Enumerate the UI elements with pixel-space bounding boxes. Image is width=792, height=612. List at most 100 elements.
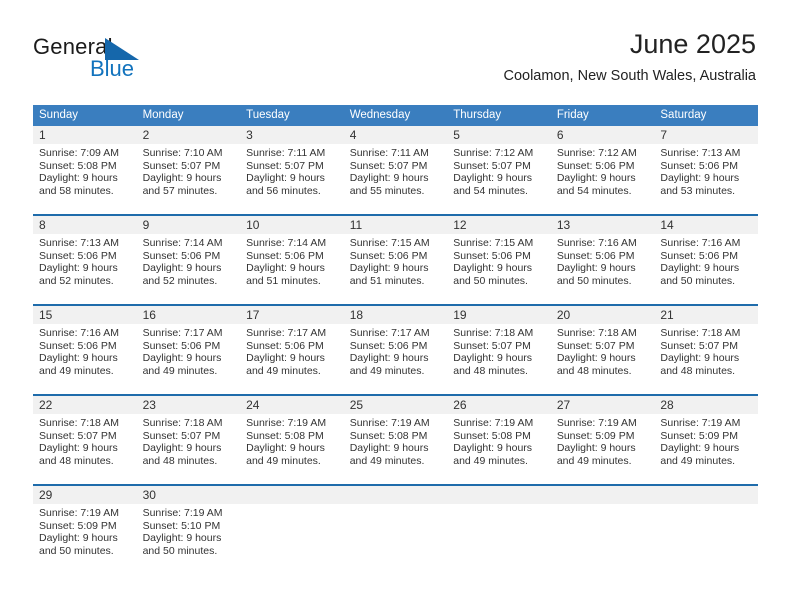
day-number[interactable]: 3 (240, 126, 344, 144)
day-daylight-text: Daylight: 9 hours (453, 172, 533, 185)
general-blue-logo[interactable]: General Blue (33, 34, 183, 84)
day-number[interactable]: 5 (447, 126, 551, 144)
day-daylight-text: and 50 minutes. (453, 274, 528, 287)
day-sunset-text: Sunset: 5:07 PM (453, 159, 531, 172)
day-sunset-text: Sunset: 5:06 PM (142, 249, 221, 262)
day-daylight-text: and 49 minutes. (556, 454, 632, 467)
day-daylight-text: Daylight: 9 hours (556, 352, 636, 365)
day-sunset-text: Sunset: 5:06 PM (453, 249, 531, 262)
day-sunset-text: Sunset: 5:07 PM (556, 339, 635, 352)
day-number-empty (447, 486, 551, 504)
day-number[interactable]: 25 (343, 396, 448, 414)
day-number[interactable]: 16 (136, 306, 241, 324)
day-number[interactable]: 26 (447, 396, 551, 414)
day-daylight-text: Daylight: 9 hours (142, 262, 222, 275)
day-number[interactable]: 27 (550, 396, 655, 414)
day-daylight-text: Daylight: 9 hours (39, 352, 118, 365)
day-daylight-text: and 56 minutes. (246, 184, 321, 197)
column-header-saturday: Saturday (654, 105, 758, 126)
day-sunrise-text: Sunrise: 7:18 AM (142, 417, 223, 429)
day-sunset-text: Sunset: 5:06 PM (142, 339, 221, 352)
day-daylight-text: and 54 minutes. (556, 184, 632, 197)
day-number[interactable]: 14 (654, 216, 758, 234)
day-sunset-text: Sunset: 5:06 PM (660, 159, 739, 172)
day-number[interactable]: 1 (33, 126, 137, 144)
day-number[interactable]: 8 (33, 216, 137, 234)
day-daylight-text: Daylight: 9 hours (453, 442, 533, 455)
day-sunset-text: Sunset: 5:07 PM (142, 429, 221, 442)
day-number-empty (240, 486, 344, 504)
day-number[interactable]: 30 (136, 486, 241, 504)
day-number[interactable]: 17 (240, 306, 344, 324)
day-daylight-text: Daylight: 9 hours (39, 442, 118, 455)
day-daylight-text: and 55 minutes. (349, 184, 425, 197)
day-number[interactable]: 19 (447, 306, 551, 324)
day-sunset-text: Sunset: 5:06 PM (349, 249, 428, 262)
day-number[interactable]: 7 (654, 126, 758, 144)
day-sunrise-text: Sunrise: 7:19 AM (453, 417, 534, 429)
day-daylight-text: and 49 minutes. (39, 364, 114, 377)
day-daylight-text: and 52 minutes. (142, 274, 218, 287)
day-cell: Sunrise: 7:19 AM Sunset: 5:08 PM Daylight:… (240, 414, 344, 484)
day-cell: Sunrise: 7:12 AM Sunset: 5:06 PM Daylight:… (550, 144, 655, 214)
day-daylight-text: Daylight: 9 hours (246, 352, 325, 365)
day-daylight-text: Daylight: 9 hours (246, 442, 325, 455)
day-cell: Sunrise: 7:15 AM Sunset: 5:06 PM Daylight:… (447, 234, 551, 304)
day-daylight-text: Daylight: 9 hours (39, 172, 118, 185)
day-number[interactable]: 18 (343, 306, 448, 324)
day-sunrise-text: Sunrise: 7:12 AM (556, 147, 637, 159)
day-sunset-text: Sunset: 5:07 PM (246, 159, 324, 172)
day-cell: Sunrise: 7:13 AM Sunset: 5:06 PM Daylight:… (33, 234, 137, 304)
day-sunrise-text: Sunrise: 7:18 AM (556, 327, 637, 339)
day-daylight-text: and 57 minutes. (142, 184, 218, 197)
calendar-header-row: Sunday Monday Tuesday Wednesday Thursday… (33, 105, 758, 126)
day-number[interactable]: 2 (136, 126, 241, 144)
column-header-sunday: Sunday (33, 105, 137, 126)
day-number[interactable]: 20 (550, 306, 655, 324)
day-daylight-text: and 49 minutes. (660, 454, 736, 467)
day-cell-empty (240, 504, 344, 574)
day-number-row: 15 16 17 18 19 20 21 (33, 306, 758, 324)
day-sunset-text: Sunset: 5:06 PM (349, 339, 428, 352)
day-cell: Sunrise: 7:19 AM Sunset: 5:09 PM Daylight:… (33, 504, 137, 574)
day-number[interactable]: 24 (240, 396, 344, 414)
day-daylight-text: and 48 minutes. (39, 454, 114, 467)
sunrise-sunset-calendar: Sunday Monday Tuesday Wednesday Thursday… (33, 105, 758, 574)
logo-text-blue: Blue (90, 56, 135, 81)
day-number[interactable]: 15 (33, 306, 137, 324)
day-number[interactable]: 9 (136, 216, 241, 234)
day-daylight-text: Daylight: 9 hours (556, 442, 636, 455)
day-sunrise-text: Sunrise: 7:19 AM (660, 417, 741, 429)
day-cell: Sunrise: 7:16 AM Sunset: 5:06 PM Daylight:… (33, 324, 137, 394)
day-number[interactable]: 29 (33, 486, 137, 504)
day-number[interactable]: 22 (33, 396, 137, 414)
day-daylight-text: and 48 minutes. (556, 364, 632, 377)
day-cell: Sunrise: 7:17 AM Sunset: 5:06 PM Daylight:… (240, 324, 344, 394)
day-number[interactable]: 28 (654, 396, 758, 414)
day-number[interactable]: 10 (240, 216, 344, 234)
day-number[interactable]: 23 (136, 396, 241, 414)
day-cell: Sunrise: 7:19 AM Sunset: 5:08 PM Daylight:… (447, 414, 551, 484)
day-daylight-text: and 54 minutes. (453, 184, 528, 197)
day-cell: Sunrise: 7:19 AM Sunset: 5:09 PM Daylight:… (654, 414, 758, 484)
column-header-friday: Friday (550, 105, 655, 126)
day-sunrise-text: Sunrise: 7:13 AM (660, 147, 741, 159)
day-cell: Sunrise: 7:19 AM Sunset: 5:09 PM Daylight:… (550, 414, 655, 484)
day-number-empty (343, 486, 448, 504)
day-number[interactable]: 21 (654, 306, 758, 324)
day-number[interactable]: 13 (550, 216, 655, 234)
day-number[interactable]: 11 (343, 216, 448, 234)
day-number[interactable]: 4 (343, 126, 448, 144)
day-sunrise-text: Sunrise: 7:15 AM (349, 237, 430, 249)
day-cell: Sunrise: 7:12 AM Sunset: 5:07 PM Daylight:… (447, 144, 551, 214)
day-sunset-text: Sunset: 5:07 PM (453, 339, 531, 352)
day-cell: Sunrise: 7:14 AM Sunset: 5:06 PM Daylight:… (240, 234, 344, 304)
day-daylight-text: Daylight: 9 hours (453, 352, 533, 365)
day-daylight-text: and 49 minutes. (246, 454, 321, 467)
day-daylight-text: Daylight: 9 hours (349, 262, 429, 275)
day-sunrise-text: Sunrise: 7:16 AM (660, 237, 741, 249)
day-number[interactable]: 6 (550, 126, 655, 144)
day-number[interactable]: 12 (447, 216, 551, 234)
day-daylight-text: Daylight: 9 hours (349, 172, 429, 185)
day-daylight-text: and 49 minutes. (453, 454, 528, 467)
